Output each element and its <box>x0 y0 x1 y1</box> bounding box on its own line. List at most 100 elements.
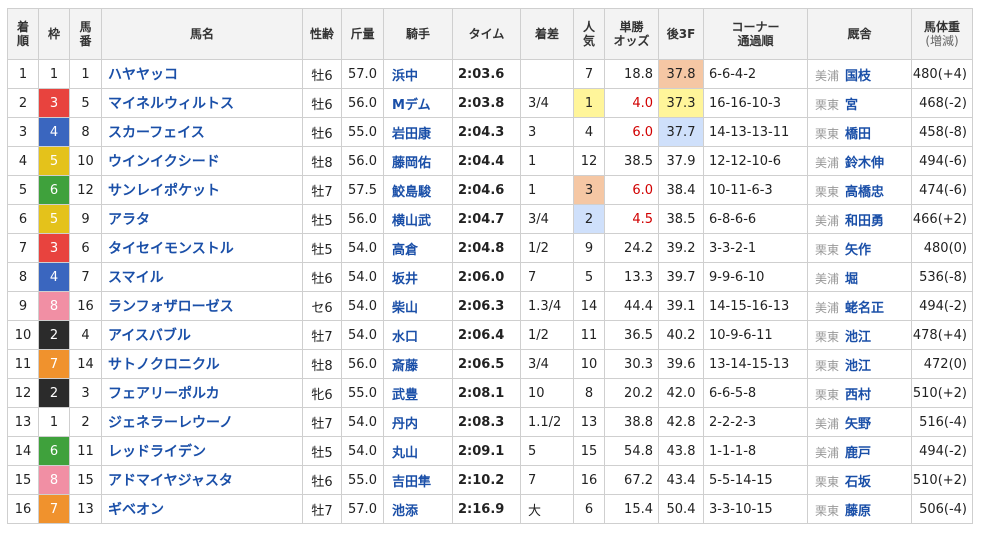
horse-name-link[interactable]: マイネルウィルトス <box>101 88 303 118</box>
waku-cell: 7 <box>38 349 70 379</box>
horse-name-link[interactable]: サンレイポケット <box>101 175 303 205</box>
umaban-cell: 13 <box>69 494 102 524</box>
time-cell: 2:04.3 <box>452 117 521 147</box>
horse-name-link[interactable]: スカーフェイス <box>101 117 303 147</box>
trainer-link[interactable]: 藤原 <box>845 504 871 519</box>
trainer-link[interactable]: 池江 <box>845 359 871 374</box>
region-label: 栗東 <box>815 184 840 199</box>
jockey-link[interactable]: 横山武 <box>383 204 453 234</box>
popularity-cell: 3 <box>573 175 605 205</box>
odds-cell: 6.0 <box>604 175 659 205</box>
table-row: 14 6 11 レッドライデン 牡5 54.0 丸山 2:09.1 5 15 5… <box>7 436 973 466</box>
body-weight-cell: 510(+2) <box>911 465 973 495</box>
table-row: 6 5 9 アラタ 牡5 56.0 横山武 2:04.7 3/4 2 4.5 3… <box>7 204 973 234</box>
horse-name-link[interactable]: タイセイモンストル <box>101 233 303 263</box>
time-cell: 2:04.4 <box>452 146 521 176</box>
trainer-link[interactable]: 鹿戸 <box>845 446 871 461</box>
header-margin: 着差 <box>520 8 574 60</box>
jockey-link[interactable]: 浜中 <box>383 59 453 89</box>
jockey-link[interactable]: 岩田康 <box>383 117 453 147</box>
time-cell: 2:06.0 <box>452 262 521 292</box>
horse-name-link[interactable]: スマイル <box>101 262 303 292</box>
last3f-cell: 39.1 <box>658 291 704 321</box>
trainer-link[interactable]: 石坂 <box>845 475 871 490</box>
jockey-link[interactable]: 武豊 <box>383 378 453 408</box>
rank-cell: 1 <box>7 59 39 89</box>
jockey-link[interactable]: 柴山 <box>383 291 453 321</box>
corner-cell: 9-9-6-10 <box>703 262 808 292</box>
body-weight-cell: 474(-6) <box>911 175 973 205</box>
jockey-link[interactable]: 高倉 <box>383 233 453 263</box>
umaban-cell: 11 <box>69 436 102 466</box>
table-row: 12 2 3 フェアリーポルカ 牝6 55.0 武豊 2:08.1 10 8 2… <box>7 378 973 408</box>
trainer-link[interactable]: 和田勇 <box>845 214 884 229</box>
odds-cell: 38.5 <box>604 146 659 176</box>
horse-name-link[interactable]: アイスバブル <box>101 320 303 350</box>
stable-cell: 栗東 橋田 <box>807 117 912 147</box>
region-label: 栗東 <box>815 474 840 489</box>
header-last3f: 後3F <box>658 8 704 60</box>
jockey-link[interactable]: 藤岡佑 <box>383 146 453 176</box>
jockey-link[interactable]: 丹内 <box>383 407 453 437</box>
sex-age-cell: 牡7 <box>302 175 342 205</box>
table-body: 1 1 1 ハヤヤッコ 牡6 57.0 浜中 2:03.6 7 18.8 37.… <box>7 59 973 524</box>
horse-name-link[interactable]: ハヤヤッコ <box>101 59 303 89</box>
rank-cell: 8 <box>7 262 39 292</box>
jockey-link[interactable]: 吉田隼 <box>383 465 453 495</box>
jockey-link[interactable]: 斎藤 <box>383 349 453 379</box>
margin-cell: 3/4 <box>520 204 574 234</box>
odds-cell: 24.2 <box>604 233 659 263</box>
body-weight-cell: 494(-2) <box>911 291 973 321</box>
jockey-link[interactable]: Mデム <box>383 88 453 118</box>
horse-name-link[interactable]: ギベオン <box>101 494 303 524</box>
region-label: 栗東 <box>815 358 840 373</box>
trainer-link[interactable]: 国枝 <box>845 69 871 84</box>
horse-name-link[interactable]: レッドライデン <box>101 436 303 466</box>
stable-cell: 美浦 蛯名正 <box>807 291 912 321</box>
last3f-cell: 50.4 <box>658 494 704 524</box>
rank-cell: 9 <box>7 291 39 321</box>
trainer-link[interactable]: 蛯名正 <box>845 301 884 316</box>
body-weight-cell: 478(+4) <box>911 320 973 350</box>
popularity-cell: 15 <box>573 436 605 466</box>
jockey-link[interactable]: 丸山 <box>383 436 453 466</box>
corner-cell: 14-13-13-11 <box>703 117 808 147</box>
jockey-link[interactable]: 池添 <box>383 494 453 524</box>
horse-name-link[interactable]: アドマイヤジャスタ <box>101 465 303 495</box>
trainer-link[interactable]: 鈴木伸 <box>845 156 884 171</box>
trainer-link[interactable]: 宮 <box>845 98 858 113</box>
last3f-cell: 38.5 <box>658 204 704 234</box>
time-cell: 2:08.1 <box>452 378 521 408</box>
sex-age-cell: 牡6 <box>302 88 342 118</box>
umaban-cell: 2 <box>69 407 102 437</box>
time-cell: 2:10.2 <box>452 465 521 495</box>
horse-name-link[interactable]: フェアリーポルカ <box>101 378 303 408</box>
last3f-cell: 37.3 <box>658 88 704 118</box>
corner-cell: 6-6-4-2 <box>703 59 808 89</box>
horse-name-link[interactable]: ウインイクシード <box>101 146 303 176</box>
popularity-cell: 2 <box>573 204 605 234</box>
jockey-link[interactable]: 坂井 <box>383 262 453 292</box>
body-weight-cell: 480(+4) <box>911 59 973 89</box>
margin-cell: 1/2 <box>520 320 574 350</box>
table-row: 15 8 15 アドマイヤジャスタ 牡6 55.0 吉田隼 2:10.2 7 1… <box>7 465 973 495</box>
trainer-link[interactable]: 橋田 <box>845 127 871 142</box>
corner-cell: 16-16-10-3 <box>703 88 808 118</box>
waku-cell: 3 <box>38 88 70 118</box>
horse-name-link[interactable]: サトノクロニクル <box>101 349 303 379</box>
trainer-link[interactable]: 高橋忠 <box>845 185 884 200</box>
trainer-link[interactable]: 矢野 <box>845 417 871 432</box>
trainer-link[interactable]: 池江 <box>845 330 871 345</box>
weight-cell: 54.0 <box>341 262 384 292</box>
trainer-link[interactable]: 矢作 <box>845 243 871 258</box>
trainer-link[interactable]: 堀 <box>845 272 858 287</box>
last3f-cell: 42.8 <box>658 407 704 437</box>
rank-cell: 4 <box>7 146 39 176</box>
horse-name-link[interactable]: ランフォザローゼス <box>101 291 303 321</box>
waku-cell: 5 <box>38 204 70 234</box>
jockey-link[interactable]: 水口 <box>383 320 453 350</box>
horse-name-link[interactable]: アラタ <box>101 204 303 234</box>
jockey-link[interactable]: 鮫島駿 <box>383 175 453 205</box>
trainer-link[interactable]: 西村 <box>845 388 871 403</box>
horse-name-link[interactable]: ジェネラーレウーノ <box>101 407 303 437</box>
